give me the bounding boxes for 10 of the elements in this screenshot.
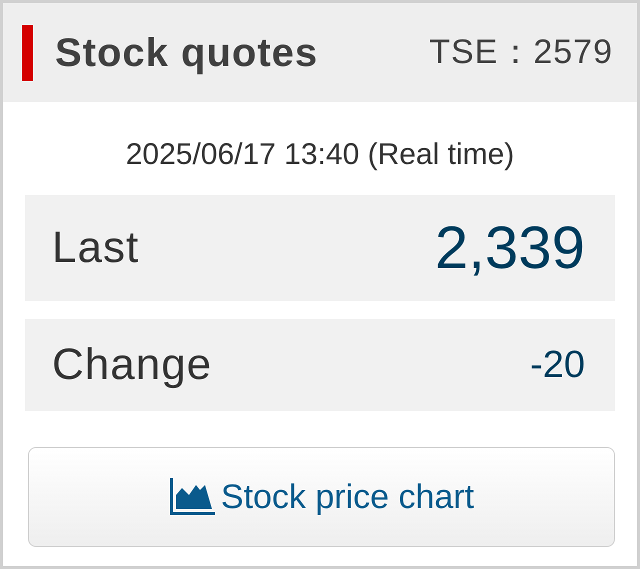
timestamp: 2025/06/17 13:40 (Real time) (126, 138, 514, 171)
quote-value: -20 (530, 342, 585, 388)
ticker-code: TSE：2579 (429, 32, 613, 73)
quote-label: Last (52, 222, 140, 274)
stock-chart-button[interactable]: Stock price chart (28, 447, 615, 547)
quote-value: 2,339 (434, 213, 585, 283)
accent-bar (22, 24, 33, 80)
panel-title: Stock quotes (55, 30, 320, 76)
quote-label: Change (52, 339, 212, 391)
area-chart-icon (168, 478, 215, 516)
